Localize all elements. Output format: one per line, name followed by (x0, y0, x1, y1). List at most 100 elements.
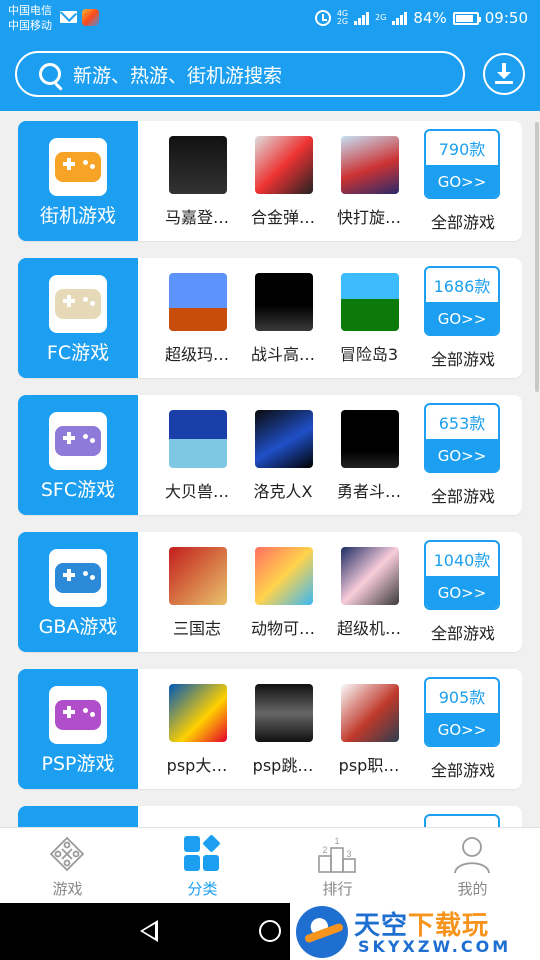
count-go-button[interactable]: 653款 GO>> (424, 403, 500, 473)
cover-fighting-golf (255, 273, 313, 331)
go-label: GO>> (426, 302, 498, 334)
fc-controller-icon (49, 275, 107, 333)
cover-daikaijuu (169, 410, 227, 468)
category-tile[interactable]: GBA游戏 (18, 532, 138, 652)
download-icon (495, 63, 513, 85)
category-row[interactable]: GBA游戏 三国志 动物可… 超级机… 1040款 GO>> 全部游戏 (18, 532, 522, 652)
nav-label-profile: 我的 (457, 880, 488, 898)
podium-number-2: 2 (322, 845, 327, 855)
header: 新游、热游、街机游搜索 (0, 38, 540, 111)
count-go-button[interactable]: 790款 GO>> (424, 129, 500, 199)
search-placeholder: 新游、热游、街机游搜索 (73, 64, 283, 87)
ranking-podium-icon: 1 2 3 (318, 836, 356, 873)
download-button[interactable] (483, 53, 525, 95)
carrier-info: 中国电信 中国移动 (8, 3, 52, 33)
category-row[interactable]: PSP游戏 psp大… psp跳… psp职… 905款 GO>> 全部游戏 (18, 669, 522, 789)
all-games-link[interactable]: 全部游戏 (418, 209, 508, 233)
cover-exceed (255, 684, 313, 742)
game-count: 1040款 (433, 551, 491, 570)
category-row[interactable]: SFC游戏 大贝兽… 洛克人X 勇者斗… 653款 GO>> 全部游戏 (18, 395, 522, 515)
category-row[interactable]: FC游戏 超级玛… 战斗高… 冒险岛3 1686款 GO>> 全部游戏 (18, 258, 522, 378)
network-label-2g: 2G (336, 17, 349, 26)
network-type-2: 2G (375, 13, 387, 22)
category-label: PSP游戏 (41, 753, 115, 775)
signal-icon-2 (392, 11, 408, 25)
all-games-link[interactable]: 全部游戏 (418, 483, 508, 507)
nav-label-category: 分类 (187, 880, 218, 898)
nav-tab-category[interactable]: 分类 (135, 828, 270, 904)
mail-icon (60, 11, 77, 23)
all-games-link[interactable]: 全部游戏 (418, 620, 508, 644)
go-label: GO>> (426, 576, 498, 608)
status-indicators: 4G 2G 2G 84% 09:50 (314, 7, 528, 29)
alarm-icon (314, 10, 331, 26)
scrollbar[interactable] (535, 122, 539, 392)
nav-label-ranking: 排行 (322, 880, 353, 898)
nav-label-games: 游戏 (52, 880, 83, 898)
game-count: 905款 (438, 688, 486, 707)
status-bar: 中国电信 中国移动 4G 2G 2G 84% 09:50 (0, 0, 540, 38)
category-grid-icon (184, 835, 220, 871)
back-button[interactable] (140, 920, 158, 942)
category-row[interactable]: 街机游戏 马嘉登… 合金弹… 快打旋… 790款 GO>> 全部游戏 (18, 121, 522, 241)
sfc-controller-icon (49, 412, 107, 470)
category-label: FC游戏 (46, 342, 110, 364)
cover-megaman-x (255, 410, 313, 468)
gamepad-icon (49, 836, 85, 872)
psp-handheld-icon (49, 686, 107, 744)
user-profile-icon (454, 837, 490, 874)
game-name: 洛克人X (253, 482, 313, 501)
nav-tab-ranking[interactable]: 1 2 3 排行 (270, 828, 405, 904)
go-label: GO>> (426, 713, 498, 745)
battery-icon (452, 11, 481, 25)
all-games-link[interactable]: 全部游戏 (418, 346, 508, 370)
nav-tab-games[interactable]: 游戏 (0, 828, 135, 904)
home-button[interactable] (259, 920, 281, 942)
carrier-1: 中国电信 (8, 4, 52, 17)
category-tile[interactable] (18, 806, 138, 827)
game-name: 勇者斗… (336, 482, 401, 501)
cover-baseball (341, 684, 399, 742)
clock: 09:50 (484, 9, 528, 27)
cover-mario (169, 273, 227, 331)
game-count: 653款 (438, 414, 486, 433)
cover-super-robot (341, 547, 399, 605)
count-go-button[interactable]: 905款 GO>> (424, 677, 500, 747)
battery-percent: 84% (413, 9, 447, 27)
category-tile[interactable]: 街机游戏 (18, 121, 138, 241)
go-label: GO>> (426, 439, 498, 471)
game-name: psp跳… (252, 756, 314, 775)
game-name: 超级玛… (164, 345, 229, 364)
gba-handheld-icon (49, 549, 107, 607)
cover-sangokushi (169, 547, 227, 605)
category-tile[interactable]: SFC游戏 (18, 395, 138, 515)
game-name: 马嘉登… (164, 208, 229, 227)
category-label: SFC游戏 (40, 479, 116, 501)
bottom-nav: 游戏 分类 1 2 3 排行 我的 (0, 827, 540, 903)
category-row[interactable] (18, 806, 522, 827)
count-box[interactable] (424, 814, 500, 827)
all-games-link[interactable]: 全部游戏 (418, 757, 508, 781)
cover-dragon-quest (341, 410, 399, 468)
count-go-button[interactable]: 1686款 GO>> (424, 266, 500, 336)
search-input[interactable]: 新游、热游、街机游搜索 (15, 51, 465, 97)
battery-fill (455, 14, 473, 22)
category-label: GBA游戏 (38, 616, 118, 638)
search-icon (39, 63, 61, 85)
nav-tab-profile[interactable]: 我的 (405, 828, 540, 904)
cover-animal (255, 547, 313, 605)
count-go-button[interactable]: 1040款 GO>> (424, 540, 500, 610)
category-label: 街机游戏 (39, 205, 116, 227)
watermark-logo-icon (296, 906, 348, 958)
cover-adventure-island (341, 273, 399, 331)
game-name: 超级机… (336, 619, 401, 638)
cover-final-fight (341, 136, 399, 194)
category-tile[interactable]: FC游戏 (18, 258, 138, 378)
go-label: GO>> (426, 165, 498, 197)
site-watermark: 天空下载玩 SKYXZW.COM (290, 903, 540, 960)
podium-number-1: 1 (334, 836, 339, 846)
arcade-joystick-icon (49, 138, 107, 196)
game-name: 动物可… (250, 619, 315, 638)
category-tile[interactable]: PSP游戏 (18, 669, 138, 789)
category-list[interactable]: 街机游戏 马嘉登… 合金弹… 快打旋… 790款 GO>> 全部游戏 FC游戏 超级玛… 战斗高…… (0, 111, 540, 827)
